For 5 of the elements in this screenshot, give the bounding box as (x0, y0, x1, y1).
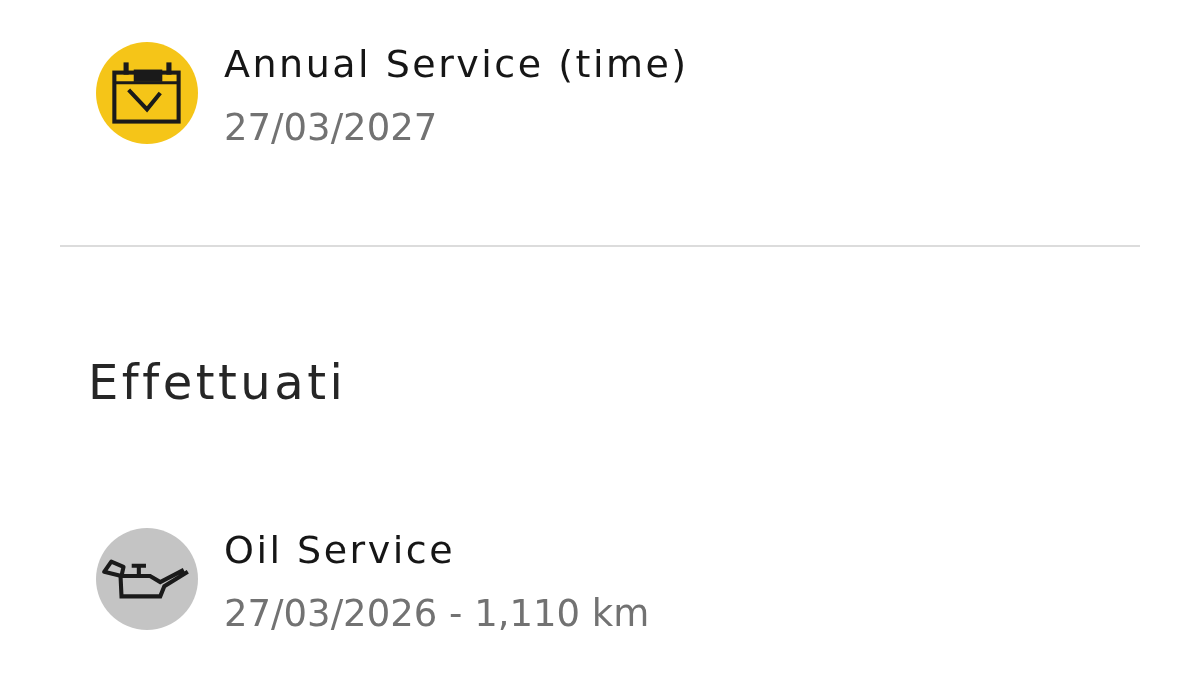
section-heading: Effettuati (88, 354, 347, 410)
service-date: 27/03/2027 (224, 105, 438, 151)
service-title: Annual Service (time) (224, 41, 689, 87)
service-date: 27/03/2026 - 1,110 km (224, 591, 650, 637)
service-title: Oil Service (224, 527, 456, 573)
